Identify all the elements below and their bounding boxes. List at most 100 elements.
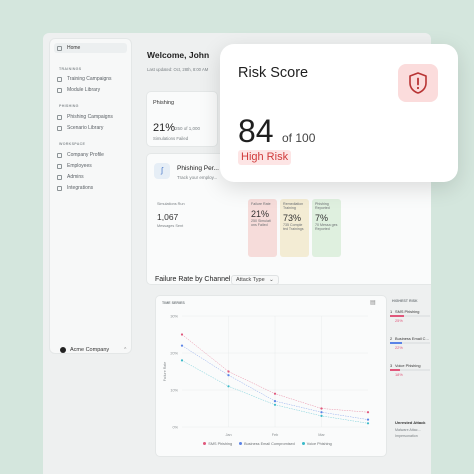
risk-name: Business Email C... [395,336,429,341]
page-title: Welcome, John [147,50,210,60]
sidebar-item-label: Phishing Campaigns [67,114,113,120]
account-switcher[interactable]: Acme Company ⌃ [56,342,134,358]
sims-sub: Messages Sent [157,224,184,228]
risk-percent: 18% [395,372,403,377]
risk-score-card[interactable]: Risk Score 84 of 100 High Risk [220,44,458,182]
risk-level-badge: High Risk [238,150,292,165]
sidebar-section-title: WORKSPACE [59,142,86,146]
risk-rank: 1 [390,309,393,314]
card-title: Phishing [153,100,175,106]
card-subtitle: Track your employ... [177,175,218,180]
legend-swatch [239,442,243,445]
sidebar-item-integrations[interactable]: Integrations [54,183,127,193]
sidebar-item-label: Company Profile [67,152,104,158]
data-point [227,370,230,373]
risk-percent: 22% [395,345,403,350]
chart-card: TIME SERIES ▤ 30% 20% 10% 0% Jan Feb Mar Failur… [155,295,387,457]
sidebar-item-employees[interactable]: Employees [54,161,127,171]
home-icon [57,45,62,51]
highest-risk-list: 1 SMS Phishing 25% 2 Business Email C... 22% 3… [390,309,430,390]
unrested-line: Malware Attac... [395,428,421,432]
sidebar-item-label: Integrations [67,185,94,191]
dropdown-value: Attack Type [236,277,265,283]
risk-bar-fill [390,342,403,344]
phishing-subtitle: Simulations Failed [153,136,189,141]
data-point [180,344,184,347]
y-tick-label: 0% [173,426,179,430]
admin-icon [57,174,62,180]
sidebar: Home TRAININGS Training Campaigns Module… [49,38,132,354]
highest-risk-title: HIGHEST RISK [392,299,418,303]
building-icon [57,152,62,158]
sidebar-section-title: TRAININGS [59,67,82,71]
metric-remediation-training[interactable]: Remediation Training 73% 735 Comple ted … [280,199,309,257]
hook-icon [57,114,62,120]
risk-score-max: of 100 [282,131,316,145]
risk-list-item[interactable]: 3 Voice Phishing 18% [390,363,430,390]
data-point [180,333,184,336]
data-point [227,374,230,377]
risk-list-item[interactable]: 1 SMS Phishing 25% [390,309,430,336]
sidebar-item-training-campaigns[interactable]: Training Campaigns [54,74,127,84]
metric-sub: 70 Messa ges Reported [315,223,338,231]
shield-alert-icon [398,64,438,102]
risk-bar-track [390,342,430,344]
metric-failure-rate[interactable]: Failure Rate 21% 250 Simulati ons Failed [248,199,277,257]
sidebar-item-label: Admins [67,174,84,180]
risk-bar-track [390,369,430,371]
legend-label: Voice Phishing [306,442,332,446]
phishing-percent: 21% [153,122,176,134]
legend-label: Business Email Compromised [244,442,295,446]
legend-swatch [301,442,305,445]
metric-label: Remediation Training [283,202,304,210]
data-point [180,359,184,362]
unrested-title: Unrested Attack [395,420,426,425]
plug-icon [57,185,62,191]
y-tick-label: 20% [170,352,178,356]
sidebar-item-module-library[interactable]: Module Library [54,85,127,95]
chevron-down-icon: ⌄ [269,277,274,283]
sidebar-item-phishing-campaigns[interactable]: Phishing Campaigns [54,112,127,122]
metric-sub: 735 Comple ted Trainings [283,223,304,231]
metric-value: 73% [283,213,302,223]
risk-list-item[interactable]: 2 Business Email C... 22% [390,336,430,363]
metric-value: 21% [251,209,270,219]
sims-label: Simulations Run [157,202,185,206]
chevron-up-icon: ⌃ [123,347,128,353]
sidebar-section-title: PHISHING [59,104,79,108]
legend-item[interactable]: Voice Phishing [301,442,332,446]
sidebar-item-scenario-library[interactable]: Scenario Library [54,123,127,133]
library-icon [57,87,62,93]
account-name: Acme Company [70,347,110,353]
risk-name: Voice Phishing [395,363,421,368]
line-chart: 30% 20% 10% 0% Jan Feb Mar Failure Rate [163,315,370,437]
risk-bar-fill [390,369,401,371]
legend-item[interactable]: SMS Phishing [203,442,232,446]
y-tick-label: 10% [170,389,178,393]
data-point [366,418,370,421]
metric-sub: 250 Simulati ons Failed [251,219,271,227]
sidebar-item-admins[interactable]: Admins [54,172,127,182]
risk-score-value: 84 [238,113,274,149]
risk-bar-track [390,315,430,317]
attack-type-dropdown[interactable]: Attack Type ⌄ [231,275,279,285]
metric-phishing-reported[interactable]: Phishing Reported 7% 70 Messa ges Report… [312,199,341,257]
data-point [273,392,277,395]
chart-legend: SMS Phishing Business Email Compromised Vo… [156,442,386,446]
metric-value: 7% [315,213,329,223]
x-tick-label: Jan [225,433,231,437]
phishing-fraction: 250 of 1,000 [175,126,201,131]
x-tick-label: Mar [318,433,325,437]
risk-rank: 2 [390,336,393,341]
sidebar-item-home[interactable]: Home [54,43,127,53]
training-icon [57,76,62,82]
sidebar-item-label: Scenario Library [67,125,104,131]
sidebar-item-label: Module Library [67,87,101,93]
risk-rank: 3 [390,363,393,368]
risk-score-title: Risk Score [238,65,309,81]
sidebar-item-company-profile[interactable]: Company Profile [54,150,127,160]
legend-item[interactable]: Business Email Compromised [239,442,295,446]
sidebar-item-label: Training Campaigns [67,76,112,82]
avatar [60,347,66,353]
phishing-card[interactable]: Phishing 21% 250 of 1,000 Simulations Fa… [146,91,218,147]
